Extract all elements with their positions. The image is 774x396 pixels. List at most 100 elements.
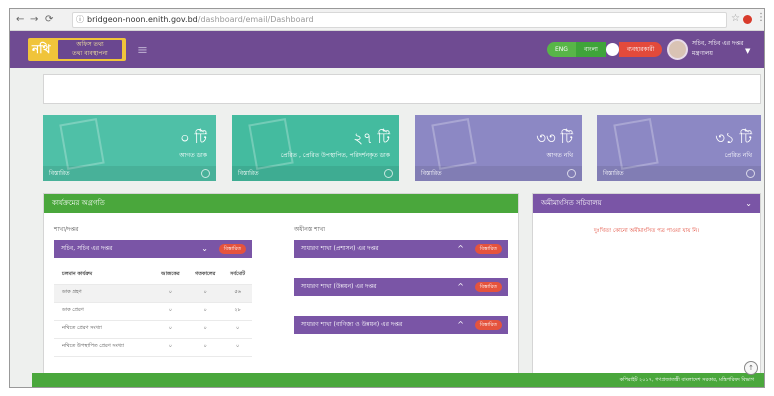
kebab-icon[interactable]: ⋮ <box>756 12 764 23</box>
forward-icon[interactable]: → <box>30 14 38 25</box>
section-title-branches: অধীনস্ত শাখা <box>294 226 326 233</box>
lang-option-user[interactable]: ব্যবহারকারী <box>618 42 663 57</box>
card-footer[interactable]: বিস্তারিত <box>43 166 216 181</box>
details-button[interactable]: বিস্তারিত <box>474 320 502 330</box>
hamburger-icon[interactable]: ≡ <box>137 43 148 58</box>
arrow-circle-icon <box>567 169 576 178</box>
user-org: মন্ত্রণালয় <box>692 50 713 57</box>
card-value: ২৭ টি <box>353 129 390 147</box>
branch-bar-label: সাধারণ শাখা (বাণিজ্য ও উন্নয়ন) এর দপ্তর <box>301 321 403 328</box>
card-footer-label: বিস্তারিত <box>603 170 624 177</box>
section-title-office: শাখা/দপ্তর <box>54 226 79 233</box>
back-icon[interactable]: ← <box>16 14 24 25</box>
col-header-yesterday: গতকালের <box>187 266 224 285</box>
card-value: ৩৩ টি <box>536 129 573 147</box>
panel-title: কার্যক্রমের অগ্রগতি <box>44 194 518 213</box>
card-footer[interactable]: বিস্তারিত <box>597 166 761 181</box>
page-footer: কপিরাইট ২০১৭, গণপ্রজাতন্ত্রী বাংলাদেশ সর… <box>32 373 764 387</box>
language-switch[interactable]: ENG বাংলা ব্যবহারকারী <box>547 42 663 57</box>
envelope-icon <box>248 118 294 170</box>
info-icon[interactable]: ⓘ <box>76 13 84 27</box>
chevron-down-icon[interactable]: ▼ <box>745 47 750 55</box>
avatar[interactable] <box>667 39 688 60</box>
chevron-up-icon[interactable]: ^ <box>457 316 464 334</box>
document-icon <box>613 118 659 170</box>
stat-card-incoming-nothi[interactable]: ৩৩ টি আগত নথি বিস্তারিত <box>415 115 582 181</box>
table-row: ডাক গ্রহণ ০ ০ ৫৬ <box>54 284 252 303</box>
table-cell: ০ <box>223 320 252 339</box>
stat-card-sent-dak[interactable]: ২৭ টি প্রেরিত , প্রেরিত উপস্থাপিত, পরিদর… <box>232 115 399 181</box>
table-row: নথিতে প্রেরণ সংখ্যা ০ ০ ০ <box>54 320 252 339</box>
breadcrumb <box>43 74 761 104</box>
col-header-total: সর্বমোট <box>223 266 252 285</box>
table-cell: ০ <box>153 320 188 339</box>
screenshot-frame: ← → ⟳ ⓘ bridgeon-noon.enith.gov.bd/dashb… <box>9 8 765 388</box>
card-footer-label: বিস্তারিত <box>421 170 442 177</box>
logo-line-1: অফিস তথ্য <box>76 41 104 48</box>
chevron-up-icon[interactable]: ^ <box>457 278 464 296</box>
app-header: নথি অফিস তথ্য তথ্য ব্যবস্থাপনা ≡ ENG বাং… <box>10 31 764 68</box>
pending-panel: অমীমাংসিত সচিবালয় ⌄ দুঃখিত! কোনো অমীমাং… <box>532 193 761 376</box>
branch-bar-development[interactable]: সাধারণ শাখা (উন্নয়ন) এর দপ্তর ^ বিস্তার… <box>294 278 508 296</box>
details-button[interactable]: বিস্তারিত <box>474 244 502 254</box>
table-cell: ০ <box>153 284 188 303</box>
envelope-icon <box>59 118 105 170</box>
table-cell: ৫৬ <box>223 284 252 303</box>
table-cell: ০ <box>187 338 224 357</box>
table-row: ডাক প্রেরণ ০ ০ ২৮ <box>54 302 252 321</box>
card-label: প্রেরিত , প্রেরিত উপস্থাপিত, পরিদর্শনকৃত… <box>280 152 390 159</box>
office-bar-label: সচিব, সচিব এর দপ্তর <box>61 245 113 252</box>
card-label: আগত নথি <box>546 152 573 159</box>
stat-card-incoming-dak[interactable]: ০ টি আগত ডাক বিস্তারিত <box>43 115 216 181</box>
card-footer[interactable]: বিস্তারিত <box>232 166 399 181</box>
arrow-circle-icon <box>746 169 755 178</box>
table-row: নথিতে উপস্থাপিত প্রেরণ সংখ্যা ০ ০ ০ <box>54 338 252 357</box>
lang-option-bn[interactable]: বাংলা <box>575 42 606 57</box>
card-footer-label: বিস্তারিত <box>49 170 70 177</box>
branch-bar-admin[interactable]: সাধারণ শাখা (প্রশাসন) এর দপ্তর ^ বিস্তার… <box>294 240 508 258</box>
user-name: সচিব, সচিব এর দপ্তর <box>692 40 744 47</box>
office-bar[interactable]: সচিব, সচিব এর দপ্তর ⌄ বিস্তারিত <box>54 240 252 258</box>
table-cell: ডাক গ্রহণ <box>54 284 154 303</box>
star-icon[interactable]: ☆ <box>731 13 740 24</box>
pending-panel-header[interactable]: অমীমাংসিত সচিবালয় ⌄ <box>533 194 760 213</box>
scroll-top-icon[interactable]: ↑ <box>744 361 758 375</box>
branch-bar-label: সাধারণ শাখা (উন্নয়ন) এর দপ্তর <box>301 283 377 290</box>
activity-table: চলমান কার্যক্রম আজকের গতকালের সর্বমোট ডা… <box>54 266 252 357</box>
chevron-up-icon[interactable]: ^ <box>457 240 464 258</box>
card-footer[interactable]: বিস্তারিত <box>415 166 582 181</box>
table-cell: ০ <box>187 302 224 321</box>
logo-mark: নথি <box>32 42 51 56</box>
pending-panel-title: অমীমাংসিত সচিবালয় <box>541 199 602 207</box>
table-cell: ০ <box>187 284 224 303</box>
chevron-down-icon[interactable]: ⌄ <box>745 194 752 213</box>
stat-card-sent-nothi[interactable]: ৩১ টি প্রেরিত নথি বিস্তারিত <box>597 115 761 181</box>
reload-icon[interactable]: ⟳ <box>45 14 53 25</box>
progress-panel: কার্যক্রমের অগ্রগতি শাখা/দপ্তর সচিব, সচি… <box>43 193 519 376</box>
table-cell: নথিতে প্রেরণ সংখ্যা <box>54 320 154 339</box>
user-info[interactable]: সচিব, সচিব এর দপ্তর মন্ত্রণালয় <box>692 39 743 59</box>
table-cell: নথিতে উপস্থাপিত প্রেরণ সংখ্যা <box>54 338 154 357</box>
url-path: /dashboard/email/Dashboard <box>197 15 314 24</box>
address-bar[interactable]: ⓘ bridgeon-noon.enith.gov.bd/dashboard/e… <box>72 12 727 28</box>
table-header-row: চলমান কার্যক্রম আজকের গতকালের সর্বমোট <box>54 266 252 285</box>
empty-message: দুঃখিত! কোনো অমীমাংসিত পত্র পাওয়া যায় … <box>593 228 700 234</box>
table-cell: ০ <box>223 338 252 357</box>
logo-subtitle: অফিস তথ্য তথ্য ব্যবস্থাপনা <box>58 40 122 59</box>
details-button[interactable]: বিস্তারিত <box>218 244 246 254</box>
details-button[interactable]: বিস্তারিত <box>474 282 502 292</box>
col-header-activity: চলমান কার্যক্রম <box>54 266 154 285</box>
chevron-down-icon[interactable]: ⌄ <box>201 240 208 258</box>
extension-icon[interactable] <box>743 15 752 24</box>
table-cell: ০ <box>153 338 188 357</box>
browser-toolbar: ← → ⟳ ⓘ bridgeon-noon.enith.gov.bd/dashb… <box>10 9 764 31</box>
logo-line-2: তথ্য ব্যবস্থাপনা <box>72 50 108 57</box>
toggle-knob[interactable] <box>605 43 619 56</box>
table-cell: ডাক প্রেরণ <box>54 302 154 321</box>
table-cell: ০ <box>153 302 188 321</box>
lang-option-eng[interactable]: ENG <box>547 42 576 57</box>
document-icon <box>431 118 477 170</box>
app-logo[interactable]: নথি অফিস তথ্য তথ্য ব্যবস্থাপনা <box>28 38 126 61</box>
arrow-circle-icon <box>384 169 393 178</box>
branch-bar-commerce[interactable]: সাধারণ শাখা (বাণিজ্য ও উন্নয়ন) এর দপ্তর… <box>294 316 508 334</box>
